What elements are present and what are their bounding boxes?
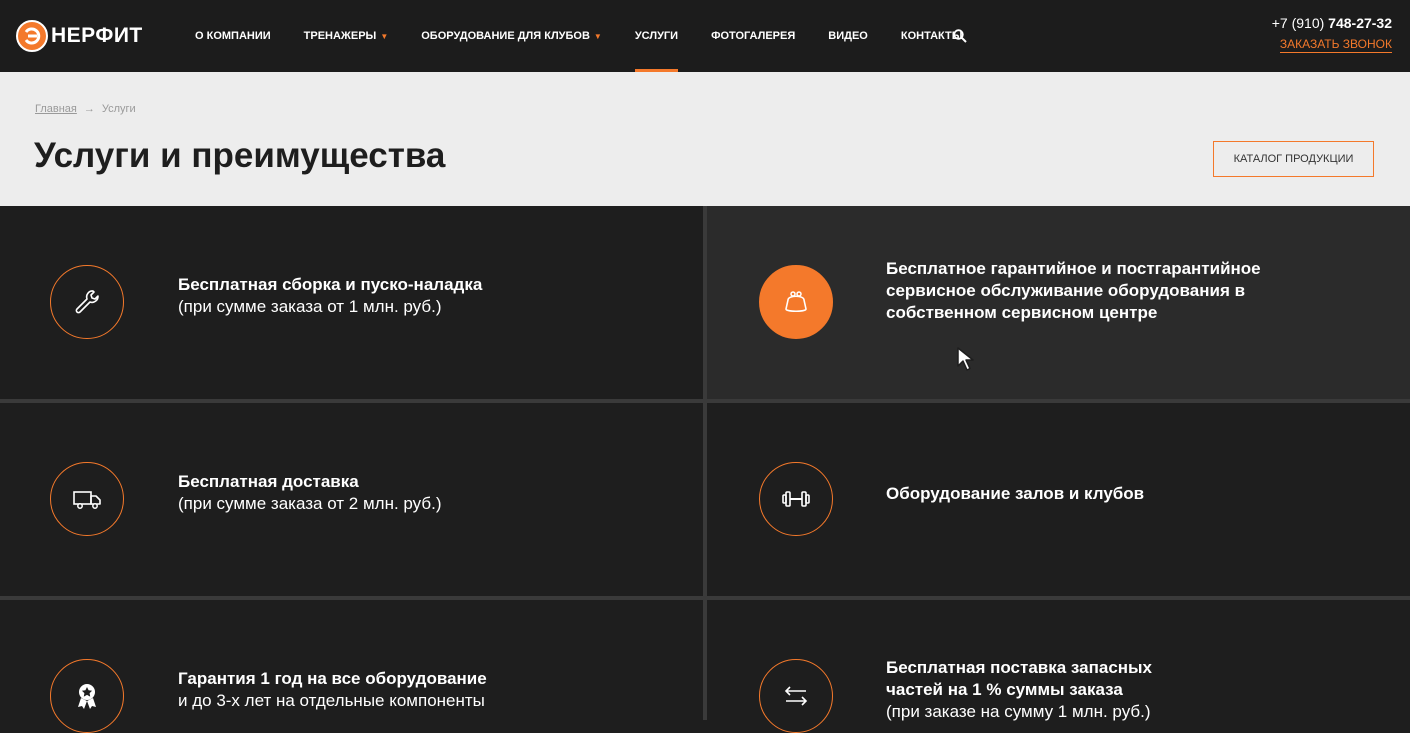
service-text: Бесплатная доставка (при сумме заказа от… <box>178 471 658 515</box>
nav-item-services[interactable]: УСЛУГИ <box>634 0 679 72</box>
service-subtitle: (при сумме заказа от 2 млн. руб.) <box>178 494 442 513</box>
services-grid: Бесплатная сборка и пуско-наладка (при с… <box>0 206 1410 733</box>
service-card-guarantee[interactable]: Гарантия 1 год на все оборудование и до … <box>0 600 703 733</box>
main-nav: О КОМПАНИИ ТРЕНАЖЕРЫ ▼ ОБОРУДОВАНИЕ ДЛЯ К… <box>195 0 963 72</box>
service-text: Бесплатное гарантийное и постгарантийное… <box>886 258 1306 324</box>
caret-down-icon: ▼ <box>593 31 602 41</box>
breadcrumb-arrow-icon: → <box>83 103 95 115</box>
page-hero: Главная → Услуги Услуги и преимущества К… <box>0 72 1410 206</box>
nav-item-about[interactable]: О КОМПАНИИ <box>195 0 271 72</box>
service-subtitle: и до 3-х лет на отдельные компоненты <box>178 691 485 710</box>
logo-text: НЕРФИТ <box>51 24 143 47</box>
nav-item-video[interactable]: ВИДЕО <box>828 0 868 72</box>
catalog-button[interactable]: КАТАЛОГ ПРОДУКЦИИ <box>1213 141 1374 177</box>
nav-label: ОБОРУДОВАНИЕ ДЛЯ КЛУБОВ <box>421 30 590 42</box>
breadcrumb-current: Услуги <box>101 103 136 115</box>
service-card-warranty-service[interactable]: Бесплатное гарантийное и постгарантийное… <box>707 206 1410 399</box>
service-text: Гарантия 1 год на все оборудование и до … <box>178 668 658 712</box>
nav-item-trainers[interactable]: ТРЕНАЖЕРЫ ▼ <box>304 0 389 72</box>
truck-icon <box>50 462 124 536</box>
page-title: Услуги и преимущества <box>34 136 446 175</box>
service-text: Бесплатная сборка и пуско-наладка (при с… <box>178 274 658 318</box>
award-icon <box>50 659 124 733</box>
service-text: Бесплатная поставка запасных частей на 1… <box>886 657 1186 723</box>
logo[interactable]: НЕРФИТ <box>16 19 143 53</box>
nav-label: О КОМПАНИИ <box>195 30 271 42</box>
wrench-icon <box>50 265 124 339</box>
service-title: Оборудование залов и клубов <box>886 484 1145 503</box>
phone-prefix: +7 (910) <box>1271 15 1329 31</box>
service-title: Бесплатное гарантийное и постгарантийное… <box>886 259 1261 322</box>
service-title: Гарантия 1 год на все оборудование <box>178 669 487 688</box>
service-card-spare-parts[interactable]: Бесплатная поставка запасных частей на 1… <box>707 600 1410 733</box>
service-title: Бесплатная сборка и пуско-наладка <box>178 275 483 294</box>
nav-item-gallery[interactable]: ФОТОГАЛЕРЕЯ <box>711 0 795 72</box>
site-header: НЕРФИТ О КОМПАНИИ ТРЕНАЖЕРЫ ▼ ОБОРУДОВАНИ… <box>0 0 1410 72</box>
service-card-delivery[interactable]: Бесплатная доставка (при сумме заказа от… <box>0 403 703 596</box>
service-card-assembly[interactable]: Бесплатная сборка и пуско-наладка (при с… <box>0 206 703 399</box>
nav-label: ТРЕНАЖЕРЫ <box>303 30 377 42</box>
service-subtitle: (при сумме заказа от 1 млн. руб.) <box>178 297 442 316</box>
nav-label: ФОТОГАЛЕРЕЯ <box>711 30 796 42</box>
mouse-cursor-icon <box>957 347 974 371</box>
service-text: Оборудование залов и клубов <box>886 483 1326 505</box>
callback-link[interactable]: ЗАКАЗАТЬ ЗВОНОК <box>1279 37 1392 53</box>
phone-main: 748-27-32 <box>1328 15 1392 31</box>
exchange-icon <box>759 659 833 733</box>
breadcrumb-home-link[interactable]: Главная <box>35 103 77 115</box>
nav-label: УСЛУГИ <box>634 30 679 42</box>
caret-down-icon: ▼ <box>380 31 389 41</box>
service-title: Бесплатная поставка запасных частей на 1… <box>886 658 1153 699</box>
service-card-gyms[interactable]: Оборудование залов и клубов <box>707 403 1410 596</box>
phone-number[interactable]: +7 (910) 748-27-32 <box>1272 15 1392 31</box>
nav-item-club-equipment[interactable]: ОБОРУДОВАНИЕ ДЛЯ КЛУБОВ ▼ <box>421 0 602 72</box>
search-icon[interactable] <box>953 29 967 43</box>
dumbbell-icon <box>759 462 833 536</box>
purse-icon <box>759 265 833 339</box>
nav-label: ВИДЕО <box>828 30 868 42</box>
service-title: Бесплатная доставка <box>178 472 359 491</box>
logo-mark-icon <box>16 20 48 52</box>
breadcrumb: Главная → Услуги <box>35 103 136 115</box>
